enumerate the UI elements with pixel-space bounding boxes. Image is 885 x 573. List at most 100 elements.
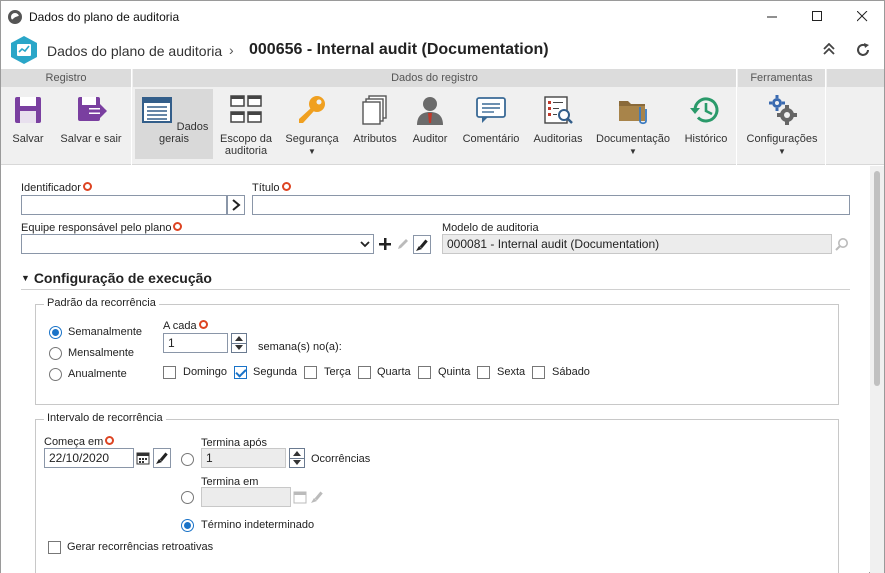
form-content: Identificador Título Equipe responsável … bbox=[1, 166, 869, 573]
comeca-calendar-button[interactable] bbox=[135, 449, 151, 467]
a-cada-label-text: A cada bbox=[163, 320, 197, 332]
domingo-label: Domingo bbox=[183, 366, 228, 378]
termina-apos-stepper[interactable] bbox=[289, 448, 305, 468]
audit-list-icon bbox=[544, 96, 573, 124]
tab-dados-gerais[interactable]: Dados gerais bbox=[135, 89, 213, 159]
comeca-clear-button[interactable] bbox=[153, 448, 171, 468]
history-clock-icon bbox=[690, 97, 719, 123]
section-divider bbox=[21, 289, 850, 290]
titulo-input[interactable] bbox=[252, 195, 850, 215]
radio-termina-em[interactable] bbox=[181, 491, 194, 504]
audit-app-logo bbox=[11, 36, 37, 64]
tab-auditorias[interactable]: Auditorias bbox=[529, 89, 587, 159]
checkbox-sexta[interactable] bbox=[477, 366, 490, 379]
scope-icon bbox=[230, 95, 262, 123]
a-cada-input[interactable]: 1 bbox=[163, 333, 228, 353]
key-icon bbox=[299, 96, 325, 123]
save-and-exit-button[interactable]: Salvar e sair bbox=[57, 89, 125, 159]
save-button[interactable]: Salvar bbox=[5, 89, 51, 159]
documentation-label: Documentação bbox=[596, 133, 670, 145]
calendar-icon bbox=[136, 452, 150, 465]
vertical-scrollbar[interactable] bbox=[870, 166, 884, 573]
calendar-icon bbox=[293, 491, 307, 504]
tab-historico[interactable]: Histórico bbox=[679, 89, 733, 159]
add-team-button[interactable] bbox=[377, 235, 393, 253]
intervalo-legend: Intervalo de recorrência bbox=[44, 412, 166, 424]
search-icon bbox=[835, 238, 848, 251]
chevron-down-icon bbox=[360, 241, 370, 248]
tab-documentacao[interactable]: Documentação ▼ bbox=[591, 89, 675, 159]
clear-team-button[interactable] bbox=[413, 235, 431, 254]
segunda-label: Segunda bbox=[253, 366, 298, 378]
eraser-icon bbox=[416, 239, 428, 251]
a-cada-stepper[interactable] bbox=[231, 333, 247, 353]
checkbox-segunda[interactable] bbox=[234, 366, 247, 379]
edit-team-button[interactable] bbox=[395, 235, 411, 253]
titulo-label: Título bbox=[252, 182, 291, 194]
radio-termina-apos[interactable] bbox=[181, 453, 194, 466]
checkbox-quarta[interactable] bbox=[358, 366, 371, 379]
mensalmente-label: Mensalmente bbox=[68, 347, 135, 359]
termina-em-calendar-button bbox=[292, 488, 308, 506]
checkbox-recorrencias-retroativas[interactable] bbox=[48, 541, 61, 554]
comeca-label-text: Começa em bbox=[44, 436, 104, 448]
identificador-input[interactable] bbox=[21, 195, 227, 215]
titulo-label-text: Título bbox=[252, 182, 280, 194]
radio-semanalmente[interactable] bbox=[49, 326, 62, 339]
checkbox-quinta[interactable] bbox=[418, 366, 431, 379]
tab-seguranca[interactable]: Segurança ▼ bbox=[281, 89, 343, 159]
ribbon-group-title: Dados do registro bbox=[133, 69, 736, 87]
checkbox-sabado[interactable] bbox=[532, 366, 545, 379]
maximize-button[interactable] bbox=[794, 1, 840, 32]
title-bar: Dados do plano de auditoria bbox=[1, 1, 884, 32]
comeca-date-input[interactable]: 22/10/2020 bbox=[44, 448, 134, 468]
checkbox-terca[interactable] bbox=[304, 366, 317, 379]
settings-label: Configurações bbox=[746, 133, 818, 145]
tab-configuracoes[interactable]: Configurações ▼ bbox=[741, 89, 823, 159]
scrollbar-thumb[interactable] bbox=[874, 171, 880, 386]
refresh-button[interactable] bbox=[855, 42, 871, 62]
gears-icon bbox=[769, 95, 797, 125]
refresh-icon bbox=[857, 43, 869, 56]
radio-mensalmente[interactable] bbox=[49, 347, 62, 360]
terca-label: Terça bbox=[324, 366, 351, 378]
page-title: 000656 - Internal audit (Documentation) bbox=[249, 41, 549, 58]
radio-termino-indeterminado[interactable] bbox=[181, 519, 194, 532]
equipe-select[interactable] bbox=[21, 234, 374, 254]
radio-anualmente[interactable] bbox=[49, 368, 62, 381]
retroativas-label: Gerar recorrências retroativas bbox=[67, 541, 214, 553]
pencil-icon bbox=[398, 239, 408, 249]
ribbon-group-title: Ferramentas bbox=[738, 69, 825, 87]
identificador-next-button[interactable] bbox=[227, 195, 245, 215]
minimize-button[interactable] bbox=[749, 1, 795, 32]
close-button[interactable] bbox=[839, 1, 885, 32]
collapse-triangle-icon: ▼ bbox=[21, 273, 30, 283]
tab-atributos[interactable]: Atributos bbox=[347, 89, 403, 159]
modelo-search-button[interactable] bbox=[834, 235, 850, 253]
tab-auditor[interactable]: Auditor bbox=[407, 89, 453, 159]
dropdown-arrow-icon: ▼ bbox=[629, 147, 637, 156]
plus-icon bbox=[379, 238, 391, 250]
dropdown-arrow-icon: ▼ bbox=[778, 147, 786, 156]
attributes-label: Atributos bbox=[353, 133, 397, 145]
app-window: Dados do plano de auditoria Dados do pla… bbox=[0, 0, 885, 573]
anualmente-label: Anualmente bbox=[68, 368, 127, 380]
save-exit-label: Salvar e sair bbox=[60, 133, 122, 145]
collapse-button[interactable] bbox=[823, 42, 835, 59]
checkbox-domingo[interactable] bbox=[163, 366, 176, 379]
history-label: Histórico bbox=[684, 133, 728, 145]
termina-em-date-input bbox=[201, 487, 291, 507]
breadcrumb-parent[interactable]: Dados do plano de auditoria bbox=[47, 43, 222, 59]
save-exit-icon bbox=[78, 97, 107, 121]
tab-comentario[interactable]: Comentário bbox=[457, 89, 525, 159]
tab-escopo-auditoria[interactable]: Escopo da auditoria bbox=[215, 89, 277, 159]
comment-label: Comentário bbox=[462, 133, 520, 145]
documents-icon bbox=[362, 95, 387, 125]
termina-apos-input[interactable]: 1 bbox=[201, 448, 286, 468]
execucao-section-header[interactable]: ▼ Configuração de execução bbox=[21, 270, 212, 286]
ocorrencias-label: Ocorrências bbox=[311, 453, 371, 465]
auditor-user-icon bbox=[417, 97, 443, 125]
ribbon-group-title: Registro bbox=[1, 69, 131, 87]
eraser-icon bbox=[156, 452, 168, 464]
semanalmente-label: Semanalmente bbox=[68, 326, 142, 338]
